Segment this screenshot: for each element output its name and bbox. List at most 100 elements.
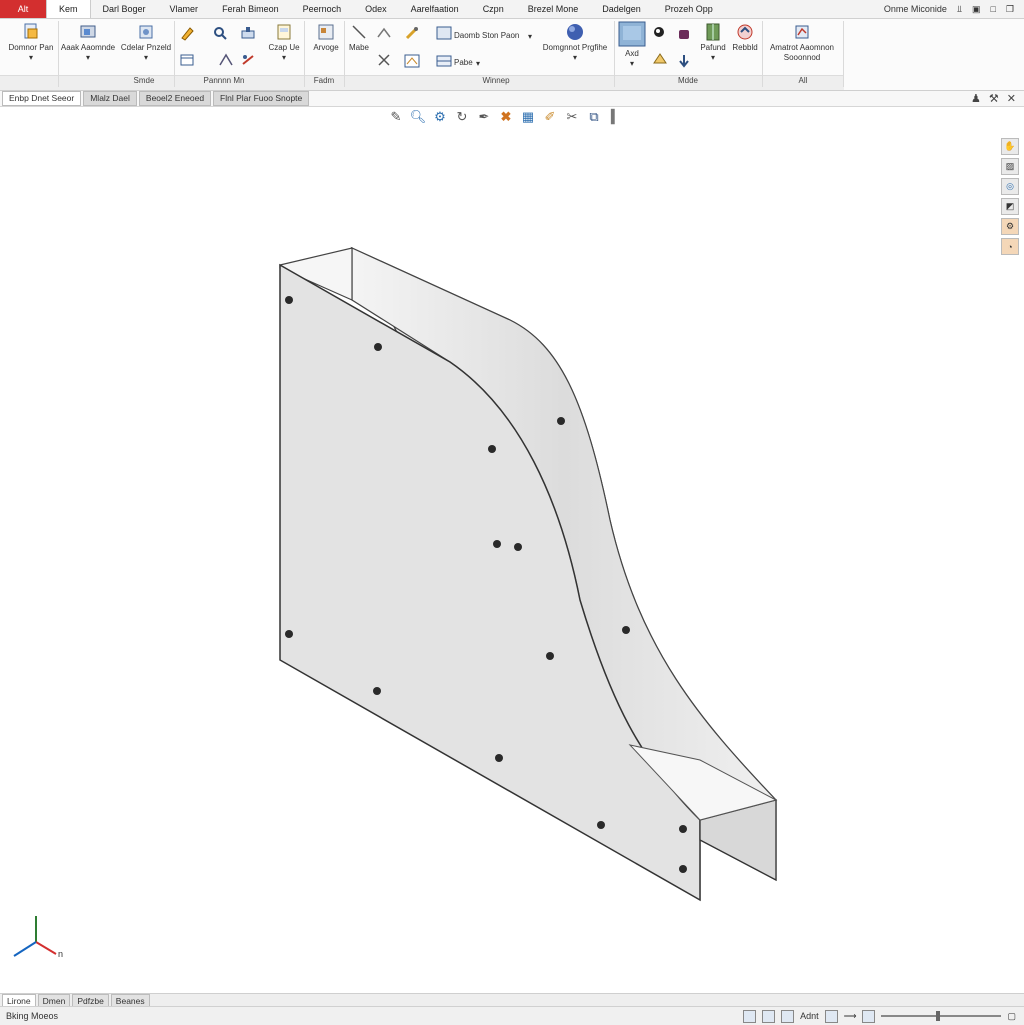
ribbon-button-1[interactable]: Domnor Pan ▾ — [6, 23, 56, 63]
chevron-down-icon: ▾ — [28, 53, 33, 62]
status-bar: Bking Moeos Adnt ⟶ ▢ — [0, 1006, 1024, 1025]
tab-home[interactable]: Kem — [46, 0, 91, 18]
zoom-icon[interactable]: 🔍︎ — [410, 109, 427, 125]
document-tab-bar: Enbp Dnet Seeor Mlalz Dael Beoel2 Eneoed… — [0, 91, 1024, 107]
doc-tab-3[interactable]: Beoel2 Eneoed — [138, 91, 212, 106]
ribbon-button-6[interactable]: Mabe — [346, 23, 372, 53]
chevron-down-icon: ▾ — [281, 53, 286, 62]
ribbon-separator — [344, 21, 345, 87]
close-icon[interactable]: ✕ — [1007, 92, 1016, 105]
tab-11[interactable]: Prozeh Opp — [653, 0, 725, 18]
group-label-modify: Fadm — [313, 76, 335, 85]
ribbon-button-7[interactable]: Daomb Ston Paon — [454, 31, 536, 41]
tab-8[interactable]: Czpn — [471, 0, 516, 18]
tab-9[interactable]: Brezel Mone — [516, 0, 591, 18]
search-icon[interactable] — [212, 25, 228, 41]
rotate-icon[interactable]: ↻ — [454, 109, 470, 125]
status-mode[interactable]: Adnt — [800, 1011, 819, 1021]
sheet-metal-part[interactable] — [279, 246, 778, 902]
panel-icon[interactable]: ▍ — [608, 109, 624, 125]
ribbon-separator — [58, 21, 59, 87]
sketch-icon[interactable] — [180, 25, 196, 41]
brush-icon[interactable]: ✐ — [542, 109, 558, 125]
ribbon-button-1-label: Domnor Pan — [8, 43, 54, 52]
doc-tab-4[interactable]: Flnl Plar Fuoo Snopte — [213, 91, 310, 106]
tab-5[interactable]: Peernoch — [291, 0, 354, 18]
options-icon[interactable]: □ — [990, 4, 995, 14]
ribbon-button-11[interactable]: Pafund ▾ — [698, 23, 728, 63]
tab-2[interactable]: Darl Boger — [91, 0, 158, 18]
tab-4[interactable]: Ferah Bimeon — [210, 0, 291, 18]
ribbon-button-10[interactable]: Axd ▾ — [616, 21, 648, 69]
arrow-down-icon[interactable] — [676, 53, 692, 69]
document-icon — [24, 23, 38, 39]
chevron-down-icon: ▾ — [143, 53, 148, 62]
pen-icon[interactable]: ✒ — [476, 109, 492, 125]
tab-6[interactable]: Odex — [353, 0, 399, 18]
paint-icon[interactable] — [404, 25, 420, 41]
close-x-icon[interactable]: ✖ — [498, 109, 514, 125]
display-icon[interactable] — [743, 1009, 757, 1023]
chevron-down-icon[interactable]: ▾ — [528, 32, 532, 41]
doc-tab-2[interactable]: Mlalz Dael — [83, 91, 137, 106]
ribbon-button-4[interactable]: Czap Ue ▾ — [266, 23, 302, 63]
panel-view-icon[interactable] — [436, 25, 452, 41]
ribbon-button-9-label: Domgnnot Prgfihe — [542, 43, 608, 52]
ribbon-button-13[interactable]: Amatrot Aaomnon Sooonnod — [766, 23, 838, 63]
ribbon-button-9[interactable]: Domgnnot Prgfihe ▾ — [540, 23, 610, 63]
cut-icon[interactable]: ✂ — [564, 109, 580, 125]
save-icon[interactable]: ▣ — [972, 4, 981, 15]
snap-icon[interactable] — [781, 1009, 795, 1023]
zoom-icon[interactable] — [652, 25, 668, 41]
axis-x-label: n — [58, 949, 63, 959]
ribbon-button-12[interactable]: Rebbld — [730, 23, 760, 53]
pin-icon[interactable]: ⫫ — [957, 4, 962, 15]
measure-icon[interactable] — [240, 25, 256, 41]
view-toolbar: ✎ 🔍︎ ⚙ ↻ ✒ ✖ ▦ ✐ ✂ ⧉ ▍ — [388, 106, 624, 128]
group-label-all: All — [798, 76, 808, 85]
group-label-sketch: Smde — [133, 76, 155, 85]
expand-icon[interactable]: ▢ — [1007, 1011, 1016, 1022]
mirror-icon[interactable] — [240, 52, 256, 68]
ribbon-button-2[interactable]: Aaak Aaomnde ▾ — [60, 23, 116, 63]
chevron-down-icon: ▾ — [85, 53, 90, 62]
grid-icon[interactable]: ▦ — [520, 109, 536, 125]
camera-icon[interactable] — [676, 25, 692, 41]
grid-toggle-icon[interactable] — [762, 1009, 776, 1023]
application-menu-button[interactable]: Alt — [0, 0, 46, 18]
group-label-mode: Mdde — [677, 76, 698, 85]
doc-tab-1[interactable]: Enbp Dnet Seeor — [2, 91, 82, 106]
group-label-pattern: Pannnn Mn — [203, 76, 245, 85]
units-icon[interactable] — [862, 1009, 876, 1023]
ribbon-separator — [174, 21, 175, 87]
tab-10[interactable]: Dadelgen — [590, 0, 653, 18]
component-icon — [139, 25, 153, 39]
zoom-slider[interactable] — [881, 1011, 1002, 1021]
view-mode-icon[interactable] — [824, 1009, 838, 1023]
window-icon[interactable] — [180, 52, 196, 68]
assembly-icon[interactable] — [652, 51, 668, 67]
chevron-down-icon[interactable]: ▾ — [476, 59, 480, 68]
ribbon-button-3[interactable]: Cdelar Pnzeld ▾ — [120, 23, 172, 63]
graphics-area[interactable]: n — [0, 128, 1024, 994]
grid-select-icon[interactable] — [376, 52, 392, 68]
pencil-icon[interactable]: ✎ — [388, 109, 404, 125]
ribbon-button-5[interactable]: Arvoge — [308, 23, 344, 53]
ribbon-button-12-label: Rebbld — [732, 43, 758, 52]
user-label[interactable]: Onme Miconide — [884, 4, 947, 14]
ribbon-button-2-label: Aaak Aaomnde — [60, 43, 116, 52]
status-message: Bking Moeos — [6, 1011, 59, 1021]
gear-icon[interactable]: ⚙ — [432, 109, 448, 125]
bottom-tab-bar: Lirone Dmen Pdfzbe Beanes — [0, 993, 1024, 1008]
pattern-icon[interactable] — [218, 52, 234, 68]
tab-7[interactable]: Aarelfaation — [399, 0, 471, 18]
constraint-icon[interactable] — [376, 25, 392, 41]
ribbon-button-3-label: Cdelar Pnzeld — [120, 43, 172, 52]
table-icon[interactable] — [436, 53, 452, 69]
tools-icon[interactable]: ⚒ — [989, 92, 999, 105]
surface-icon[interactable] — [404, 53, 420, 69]
export-icon[interactable]: ⧉ — [586, 109, 602, 125]
tab-3[interactable]: Vlamer — [158, 0, 211, 18]
restore-icon[interactable]: ❐ — [1006, 4, 1014, 15]
person-icon[interactable]: ♟ — [971, 92, 981, 105]
